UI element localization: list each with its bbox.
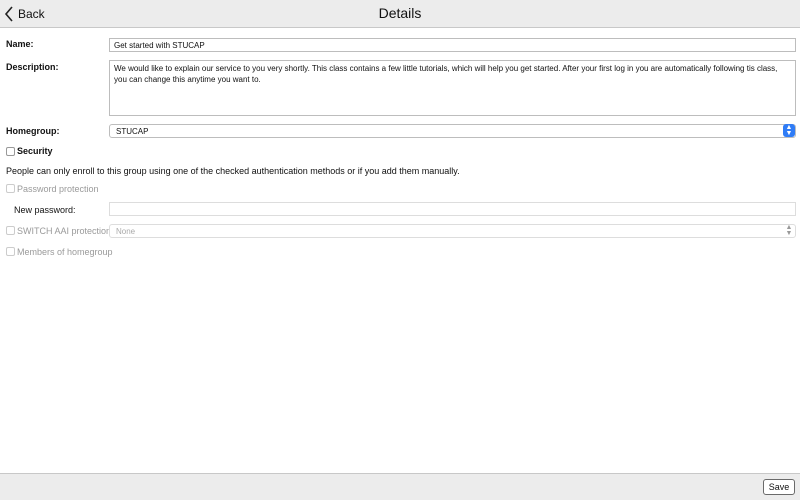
switch-aai-value: None	[116, 227, 136, 236]
security-label: Security	[17, 146, 53, 156]
description-textarea[interactable]: We would like to explain our service to …	[109, 60, 796, 116]
new-password-input[interactable]	[109, 202, 796, 216]
switch-aai-label: SWITCH AAI protection	[17, 226, 112, 236]
homegroup-label: Homegroup:	[6, 126, 60, 136]
select-arrows-icon: ▲ ▼	[785, 224, 793, 237]
switch-aai-select[interactable]: None ▲ ▼	[109, 224, 796, 238]
description-label: Description:	[6, 62, 59, 72]
save-button[interactable]: Save	[763, 479, 795, 495]
security-checkbox[interactable]	[6, 147, 15, 156]
homegroup-value: STUCAP	[116, 127, 149, 136]
title-bar: Back Details	[0, 0, 800, 28]
new-password-label: New password:	[14, 205, 76, 215]
switch-aai-checkbox[interactable]	[6, 226, 15, 235]
security-note: People can only enroll to this group usi…	[6, 166, 460, 176]
details-panel: Name: Get started with STUCAP Descriptio…	[0, 28, 800, 474]
members-homegroup-label: Members of homegroup	[17, 247, 113, 257]
password-protection-checkbox[interactable]	[6, 184, 15, 193]
homegroup-select[interactable]: STUCAP ▲ ▼	[109, 124, 796, 138]
page-title: Details	[378, 5, 422, 21]
members-homegroup-checkbox[interactable]	[6, 247, 15, 256]
name-input[interactable]: Get started with STUCAP	[109, 38, 796, 52]
password-protection-label: Password protection	[17, 184, 99, 194]
name-label: Name:	[6, 39, 34, 49]
select-arrows-icon: ▲ ▼	[783, 124, 795, 137]
